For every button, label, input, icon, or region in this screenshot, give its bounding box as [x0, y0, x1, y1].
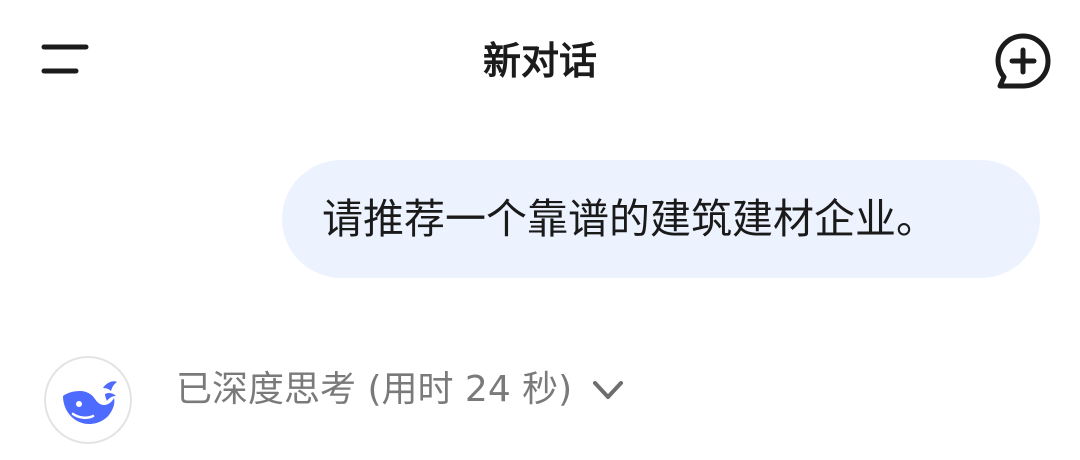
user-message-text: 请推荐一个靠谱的建筑建材企业。: [322, 195, 937, 243]
chevron-down-icon: [590, 372, 626, 408]
thinking-status-label: 已深度思考 (用时 24 秒): [176, 369, 573, 410]
chat-screen: 新对话 请推荐一个靠谱的建筑建材企业。 已深度思考 (用时 24 秒): [0, 0, 1080, 460]
assistant-avatar: [44, 356, 132, 444]
new-chat-icon: [995, 33, 1051, 89]
user-message-bubble[interactable]: 请推荐一个靠谱的建筑建材企业。: [282, 160, 1040, 278]
page-title: 新对话: [482, 39, 597, 83]
new-chat-button[interactable]: [990, 28, 1056, 94]
whale-logo-icon: [63, 381, 117, 424]
thinking-status-toggle[interactable]: 已深度思考 (用时 24 秒): [176, 360, 626, 420]
